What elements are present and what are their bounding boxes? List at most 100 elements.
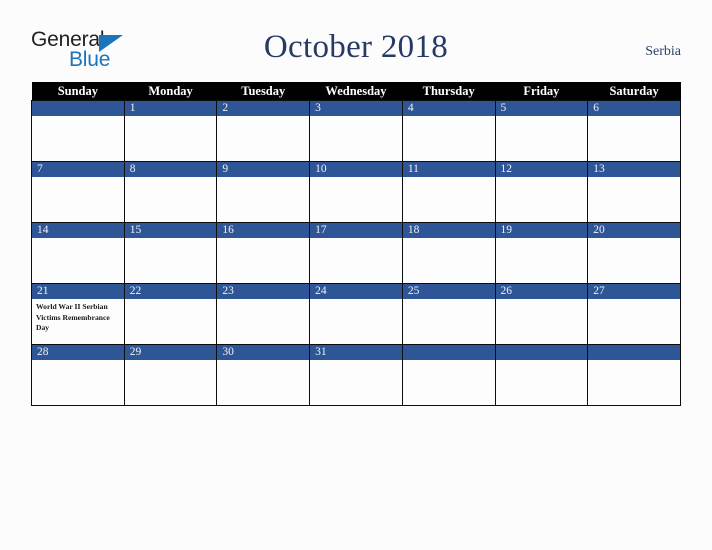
day-number: 28 (32, 345, 124, 360)
calendar-day-cell[interactable]: 5 (494, 100, 589, 162)
calendar-day-cell[interactable]: 31 (309, 344, 403, 406)
day-number: 16 (217, 223, 310, 238)
calendar-week-row: 123456 (31, 100, 681, 162)
day-events (310, 238, 402, 283)
day-cell-content: 3 (310, 101, 402, 161)
day-events (217, 299, 309, 344)
day-number: 24 (310, 284, 402, 299)
day-cell-content: 28 (32, 345, 124, 405)
day-events (310, 177, 402, 222)
day-number: 4 (402, 101, 495, 116)
day-events: World War II Serbian Victims Remembrance… (32, 299, 124, 344)
calendar-day-cell[interactable]: 26 (494, 283, 589, 345)
day-events (496, 177, 588, 222)
day-cell-content: 15 (124, 223, 217, 283)
calendar-day-cell[interactable]: 1 (123, 100, 218, 162)
day-events (310, 299, 402, 344)
day-events (403, 177, 495, 222)
calendar-empty-cell (587, 344, 681, 406)
day-events (32, 177, 124, 222)
weekday-header-tuesday: Tuesday (216, 82, 310, 101)
calendar-day-cell[interactable]: 23 (216, 283, 311, 345)
calendar-day-cell[interactable]: 8 (123, 161, 218, 223)
calendar-day-cell[interactable]: 30 (216, 344, 311, 406)
calendar-day-cell[interactable]: 18 (401, 222, 496, 284)
weekday-header-thursday: Thursday (402, 82, 496, 101)
calendar-day-cell[interactable]: 29 (123, 344, 218, 406)
day-events (217, 238, 309, 283)
page-header: General Blue October 2018 Serbia (31, 26, 681, 78)
calendar-empty-cell (31, 100, 125, 162)
calendar-day-cell[interactable]: 9 (216, 161, 311, 223)
calendar-week-row: 21 World War II Serbian Victims Remembran… (31, 283, 681, 345)
day-number: 29 (124, 345, 217, 360)
calendar-day-cell[interactable]: 24 (309, 283, 403, 345)
calendar-week-row: 28 29 30 31 (31, 344, 681, 406)
day-events (217, 360, 309, 405)
day-events (403, 299, 495, 344)
day-number: 15 (124, 223, 217, 238)
calendar-day-cell[interactable]: 16 (216, 222, 311, 284)
day-number: 9 (217, 162, 310, 177)
day-cell-content: 21 World War II Serbian Victims Remembran… (32, 284, 124, 344)
day-number: 25 (402, 284, 495, 299)
calendar-day-cell[interactable]: 3 (309, 100, 403, 162)
calendar-day-cell[interactable]: 4 (401, 100, 496, 162)
day-events (496, 360, 588, 405)
day-events (32, 360, 124, 405)
day-events (125, 238, 217, 283)
day-number (402, 345, 495, 360)
calendar-day-cell[interactable]: 10 (309, 161, 403, 223)
day-events (310, 116, 402, 161)
day-number: 7 (32, 162, 124, 177)
day-number: 6 (588, 101, 680, 116)
weekday-header-friday: Friday (495, 82, 588, 101)
day-events (496, 116, 588, 161)
day-number: 19 (495, 223, 588, 238)
calendar-day-cell[interactable]: 17 (309, 222, 403, 284)
calendar-week-row: 7 8 9 10 11 12 13 (31, 161, 681, 223)
calendar-day-cell[interactable]: 20 (587, 222, 681, 284)
day-number: 3 (310, 101, 402, 116)
calendar-day-cell[interactable]: 15 (123, 222, 218, 284)
day-cell-content (32, 101, 124, 161)
day-cell-content: 12 (495, 162, 588, 222)
day-cell-content: 26 (495, 284, 588, 344)
day-number: 17 (310, 223, 402, 238)
weekday-header-sunday: Sunday (31, 82, 125, 101)
calendar-day-cell[interactable]: 2 (216, 100, 311, 162)
day-events (588, 238, 680, 283)
calendar-empty-cell (494, 344, 589, 406)
calendar-day-cell[interactable]: 14 (31, 222, 125, 284)
calendar-day-cell[interactable]: 11 (401, 161, 496, 223)
calendar-day-cell[interactable]: 28 (31, 344, 125, 406)
day-number: 14 (32, 223, 124, 238)
day-number: 27 (588, 284, 680, 299)
calendar-day-cell[interactable]: 25 (401, 283, 496, 345)
calendar-grid: Sunday Monday Tuesday Wednesday Thursday… (31, 82, 681, 406)
day-number: 11 (402, 162, 495, 177)
calendar-day-cell[interactable]: 19 (494, 222, 589, 284)
calendar-day-cell[interactable]: 22 (123, 283, 218, 345)
calendar-day-cell[interactable]: 6 (587, 100, 681, 162)
day-cell-content: 19 (495, 223, 588, 283)
calendar-day-cell[interactable]: 13 (587, 161, 681, 223)
day-events (217, 177, 309, 222)
day-events (32, 238, 124, 283)
day-events (125, 299, 217, 344)
day-number: 21 (32, 284, 124, 299)
day-number: 22 (124, 284, 217, 299)
weekday-header-monday: Monday (124, 82, 217, 101)
day-cell-content: 14 (32, 223, 124, 283)
day-cell-content: 1 (124, 101, 217, 161)
calendar-day-cell[interactable]: 7 (31, 161, 125, 223)
day-events (588, 360, 680, 405)
weekday-header-saturday: Saturday (587, 82, 681, 101)
calendar-day-cell[interactable]: 12 (494, 161, 589, 223)
day-cell-content: 27 (588, 284, 680, 344)
calendar-day-cell[interactable]: 21 World War II Serbian Victims Remembran… (31, 283, 125, 345)
day-cell-content: 22 (124, 284, 217, 344)
day-cell-content (495, 345, 588, 405)
day-cell-content: 11 (402, 162, 495, 222)
calendar-day-cell[interactable]: 27 (587, 283, 681, 345)
